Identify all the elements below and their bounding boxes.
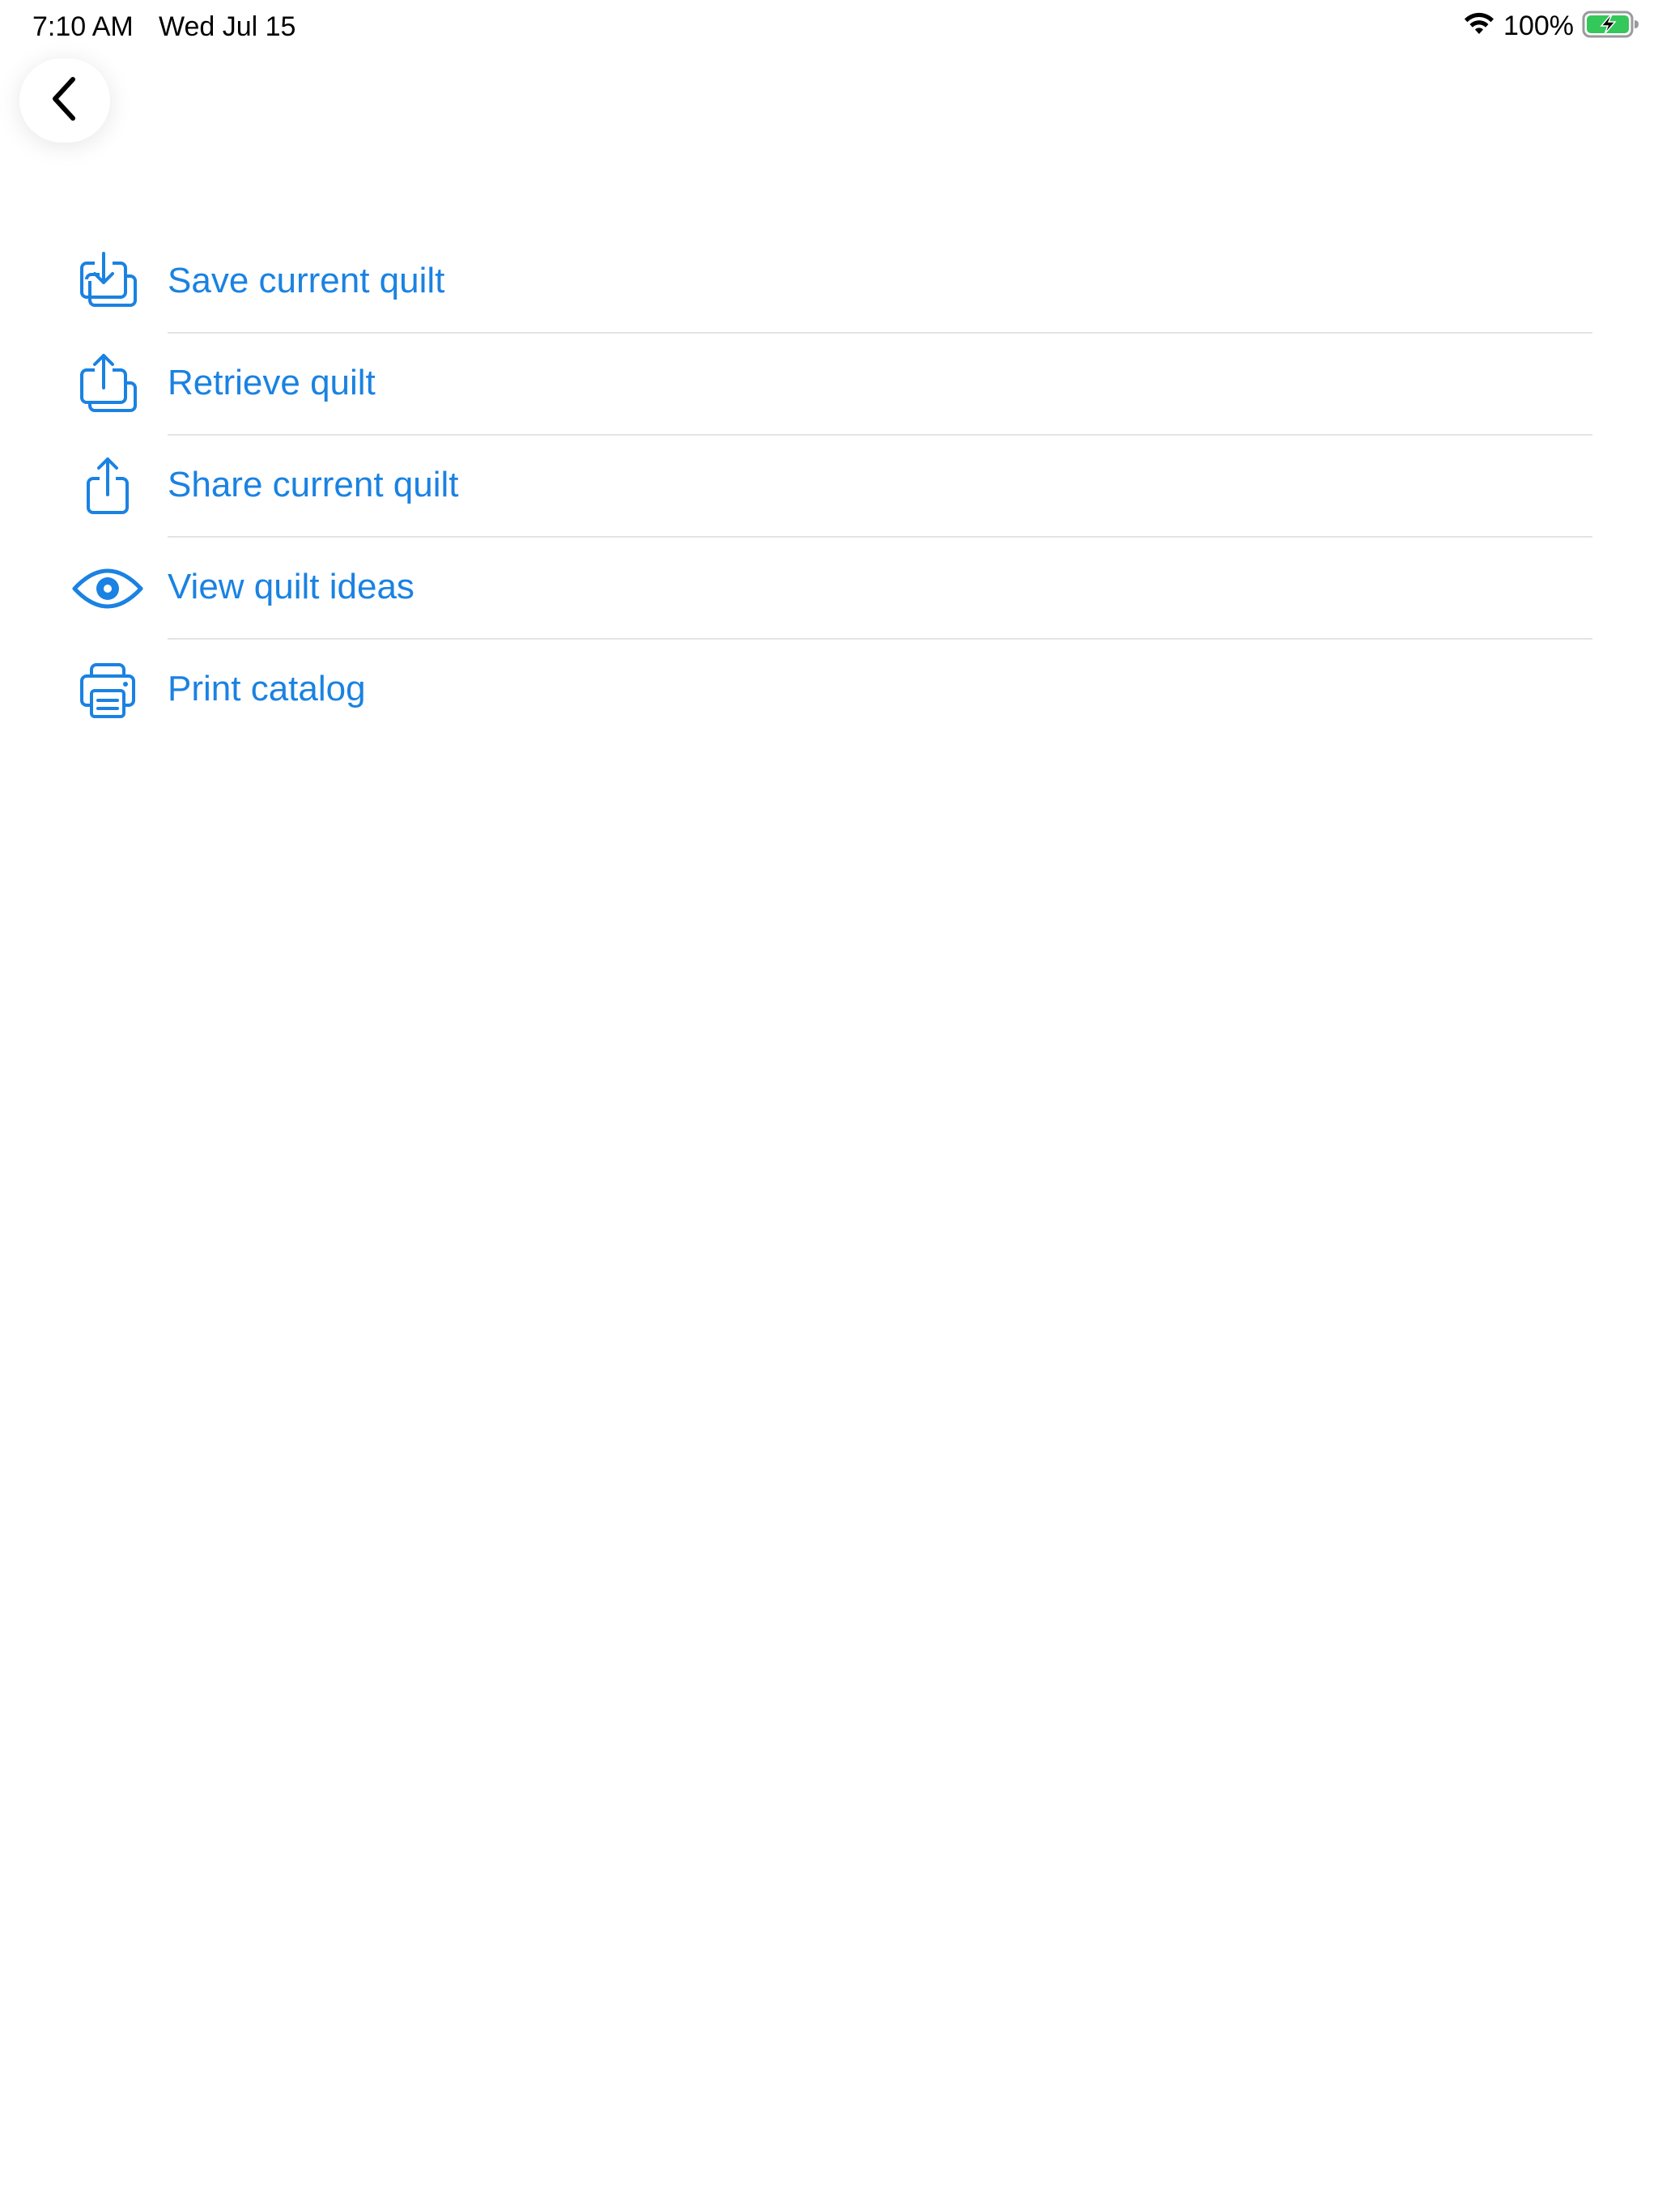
menu-list: Save current quilt Retrieve quilt Share …: [0, 232, 1658, 742]
status-time: 7:10 AM: [32, 11, 134, 42]
printer-icon: [68, 659, 147, 722]
retrieve-upload-icon: [68, 353, 147, 416]
menu-item-view-quilt-ideas[interactable]: View quilt ideas: [0, 538, 1658, 640]
back-button[interactable]: [19, 58, 110, 143]
menu-item-save-current-quilt[interactable]: Save current quilt: [0, 232, 1658, 334]
status-bar: 7:10 AM Wed Jul 15 100%: [0, 0, 1658, 58]
menu-item-retrieve-quilt[interactable]: Retrieve quilt: [0, 334, 1658, 436]
menu-item-print-catalog[interactable]: Print catalog: [0, 640, 1658, 742]
status-date: Wed Jul 15: [159, 11, 296, 42]
battery-charging-icon: [1582, 10, 1640, 43]
save-download-icon: [68, 251, 147, 314]
battery-percent: 100%: [1503, 11, 1574, 41]
share-icon: [68, 455, 147, 518]
menu-item-share-current-quilt[interactable]: Share current quilt: [0, 436, 1658, 538]
menu-item-label: View quilt ideas: [168, 567, 414, 606]
wifi-icon: [1463, 11, 1495, 41]
eye-icon: [68, 557, 147, 620]
menu-item-label: Retrieve quilt: [168, 363, 376, 402]
chevron-left-icon: [49, 76, 81, 125]
menu-item-label: Save current quilt: [168, 261, 445, 300]
menu-item-label: Share current quilt: [168, 465, 459, 504]
status-indicators: 100%: [1463, 10, 1640, 43]
menu-item-label: Print catalog: [168, 669, 366, 708]
